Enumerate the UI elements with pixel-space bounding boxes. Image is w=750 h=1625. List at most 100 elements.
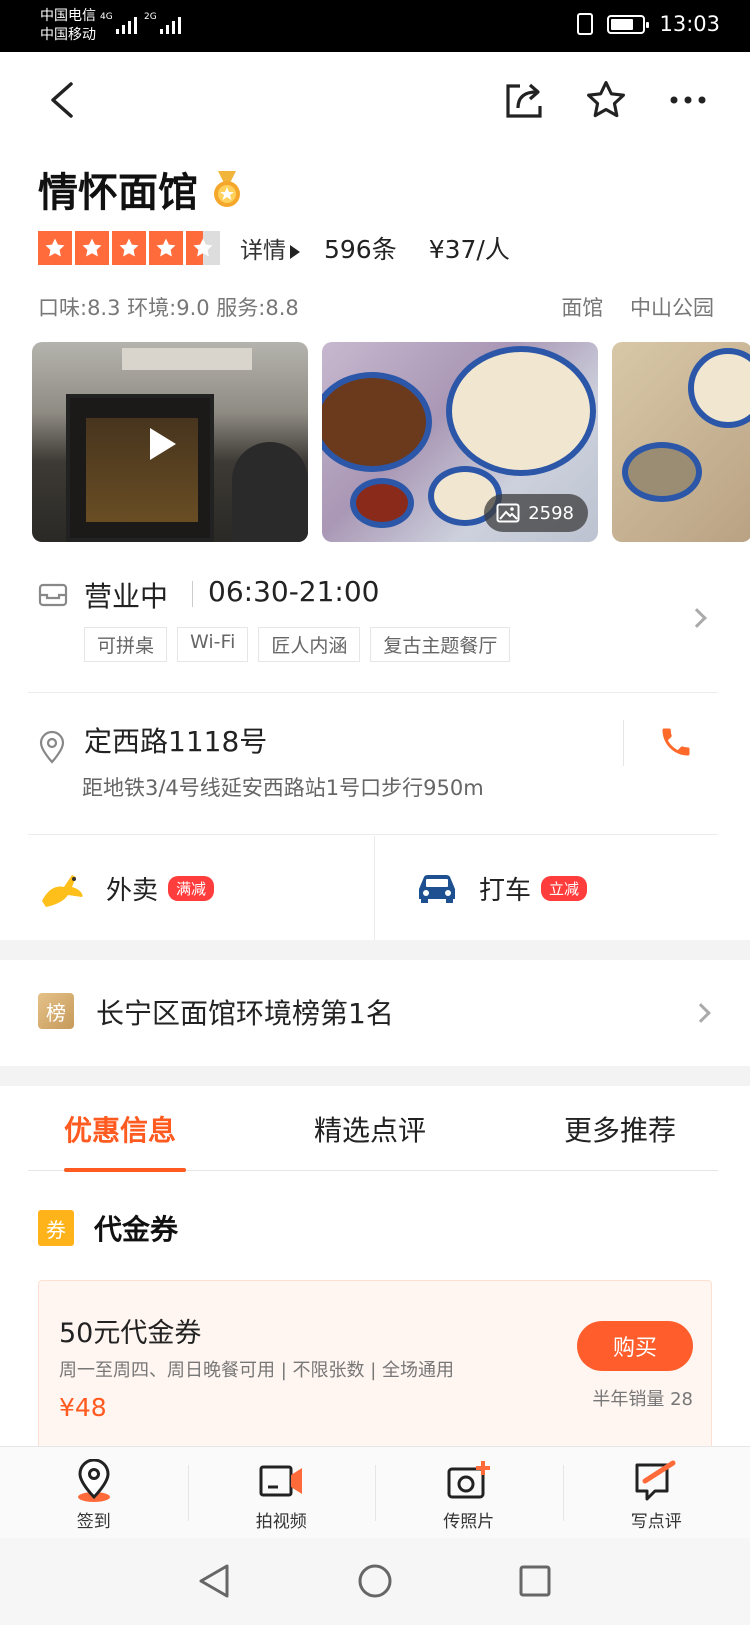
top-nav (0, 52, 750, 152)
status-right: 13:03 (577, 12, 720, 36)
rickshaw (232, 442, 308, 542)
sauce-dish (350, 478, 414, 528)
shop-header: 情怀面馆 (38, 160, 244, 218)
shop-name: 情怀面馆 (38, 170, 198, 216)
section-title: 代金券 (94, 1213, 179, 1246)
location-pin-icon (77, 1459, 110, 1502)
subway-distance: 距地铁3/4号线延安西路站1号口步行950m (82, 776, 484, 800)
voucher-title: 50元代金券 (59, 1318, 202, 1349)
area[interactable]: 中山公园 (630, 296, 714, 320)
chevron-right-icon (687, 608, 707, 628)
delivery-label: 外卖 (106, 875, 159, 906)
half-star-icon (186, 231, 220, 265)
divider (28, 834, 718, 835)
tab-more[interactable]: 更多推荐 (564, 1109, 676, 1149)
photo-count-badge[interactable]: 2598 (484, 494, 588, 532)
call-button[interactable] (658, 722, 694, 766)
food-photo-thumb-2[interactable] (612, 342, 750, 542)
delivery-button[interactable]: 外卖 满减 (0, 836, 375, 940)
tag: 可拼桌 (84, 627, 168, 662)
image-icon (496, 503, 520, 523)
triangle-right-icon (290, 244, 300, 259)
video-label: 拍视频 (255, 1512, 307, 1532)
vibrate-icon (577, 13, 594, 35)
signal-icon-2: 2G (144, 12, 181, 34)
chevron-right-icon (691, 1003, 711, 1023)
battery-icon (607, 14, 650, 34)
network-type-2: 2G (144, 12, 157, 22)
section-gap (0, 940, 750, 960)
write-review-label: 写点评 (630, 1512, 682, 1532)
detail-label: 详情 (240, 238, 286, 264)
discount-badge: 立减 (541, 875, 588, 901)
dish-plate (322, 372, 432, 472)
play-icon (150, 428, 176, 460)
status-bar: 中国电信 中国移动 4G 2G 13:03 (0, 0, 750, 52)
voucher-desc: 周一至周四、周日晚餐可用 | 不限张数 | 全场通用 (59, 1360, 455, 1381)
back-button[interactable] (34, 72, 90, 128)
taxi-button[interactable]: 打车 立减 (375, 836, 750, 940)
buy-button[interactable]: 购买 (577, 1321, 693, 1371)
star-icon (75, 231, 109, 265)
checkin-label: 签到 (76, 1512, 111, 1532)
business-hours[interactable]: 营业中 06:30-21:00 可拼桌 Wi-Fi 匠人内涵 复古主题餐厅 (38, 575, 714, 662)
chevron-left-icon (51, 82, 73, 118)
ranking-row[interactable]: 榜 长宁区面馆环境榜第1名 (0, 960, 750, 1066)
video-camera-icon (259, 1465, 303, 1497)
photo-upload-label: 传照片 (443, 1512, 495, 1532)
discount-badge: 满减 (168, 875, 215, 901)
tag: Wi-Fi (177, 627, 249, 662)
tab-offers[interactable]: 优惠信息 (64, 1109, 176, 1149)
photo-upload-icon (447, 1461, 490, 1499)
voucher-icon: 券 (38, 1210, 74, 1246)
recents-square-icon[interactable] (516, 1562, 554, 1600)
photo-upload-button[interactable]: 传照片 (375, 1447, 563, 1538)
carrier-info: 中国电信 中国移动 (40, 7, 96, 45)
soup-bowl (688, 348, 750, 428)
ranking-icon: 榜 (38, 993, 74, 1029)
section-gap (0, 1066, 750, 1086)
sub-scores: 口味:8.3 环境:9.0 服务:8.8 (38, 296, 299, 320)
star-outline-icon (587, 81, 625, 118)
active-tab-indicator (64, 1168, 186, 1172)
open-hours: 06:30-21:00 (208, 575, 380, 608)
location-icon (39, 730, 65, 764)
clock: 13:03 (659, 12, 720, 36)
write-review-icon (635, 1460, 676, 1501)
price-per-person: ¥37/人 (428, 235, 510, 264)
voucher-card[interactable]: 50元代金券 周一至周四、周日晚餐可用 | 不限张数 | 全场通用 ¥48 购买… (38, 1280, 712, 1455)
divider (28, 692, 718, 693)
share-button[interactable] (496, 72, 552, 128)
share-icon (506, 83, 542, 118)
photo-count: 2598 (528, 502, 574, 524)
favorite-button[interactable] (578, 72, 634, 128)
section-header: 券 代金券 (38, 1208, 178, 1248)
tab-reviews[interactable]: 精选点评 (314, 1109, 426, 1149)
star-icon (112, 231, 146, 265)
score-row: 口味:8.3 环境:9.0 服务:8.8 面馆 中山公园 (38, 292, 714, 322)
carrier-1: 中国电信 (40, 8, 96, 24)
storefront-door (66, 394, 214, 542)
food-photo-thumb[interactable]: 2598 (322, 342, 598, 542)
checkin-button[interactable]: 签到 (0, 1447, 188, 1538)
separator (192, 581, 193, 607)
signal-icon: 4G (100, 12, 137, 34)
feature-tags: 可拼桌 Wi-Fi 匠人内涵 复古主题餐厅 (84, 627, 511, 662)
write-review-button[interactable]: 写点评 (562, 1447, 750, 1538)
rating-row: 详情 596条 ¥37/人 (38, 228, 510, 268)
voucher-price: ¥48 (59, 1393, 107, 1422)
shop-sign (122, 348, 252, 370)
address-row[interactable]: 定西路1118号 距地铁3/4号线延安西路站1号口步行950m (38, 720, 714, 810)
shop-icon (38, 583, 68, 607)
gold-medal-icon (214, 171, 240, 207)
video-button[interactable]: 拍视频 (187, 1447, 376, 1538)
category[interactable]: 面馆 (561, 296, 603, 320)
detail-link[interactable]: 详情 (240, 231, 300, 265)
more-icon (670, 96, 706, 104)
system-nav-bar (0, 1538, 750, 1625)
back-triangle-icon[interactable] (195, 1562, 233, 1600)
photo-strip[interactable]: 2598 (32, 342, 750, 542)
storefront-video-thumb[interactable] (32, 342, 308, 542)
home-circle-icon[interactable] (356, 1562, 394, 1600)
more-button[interactable] (660, 72, 716, 128)
